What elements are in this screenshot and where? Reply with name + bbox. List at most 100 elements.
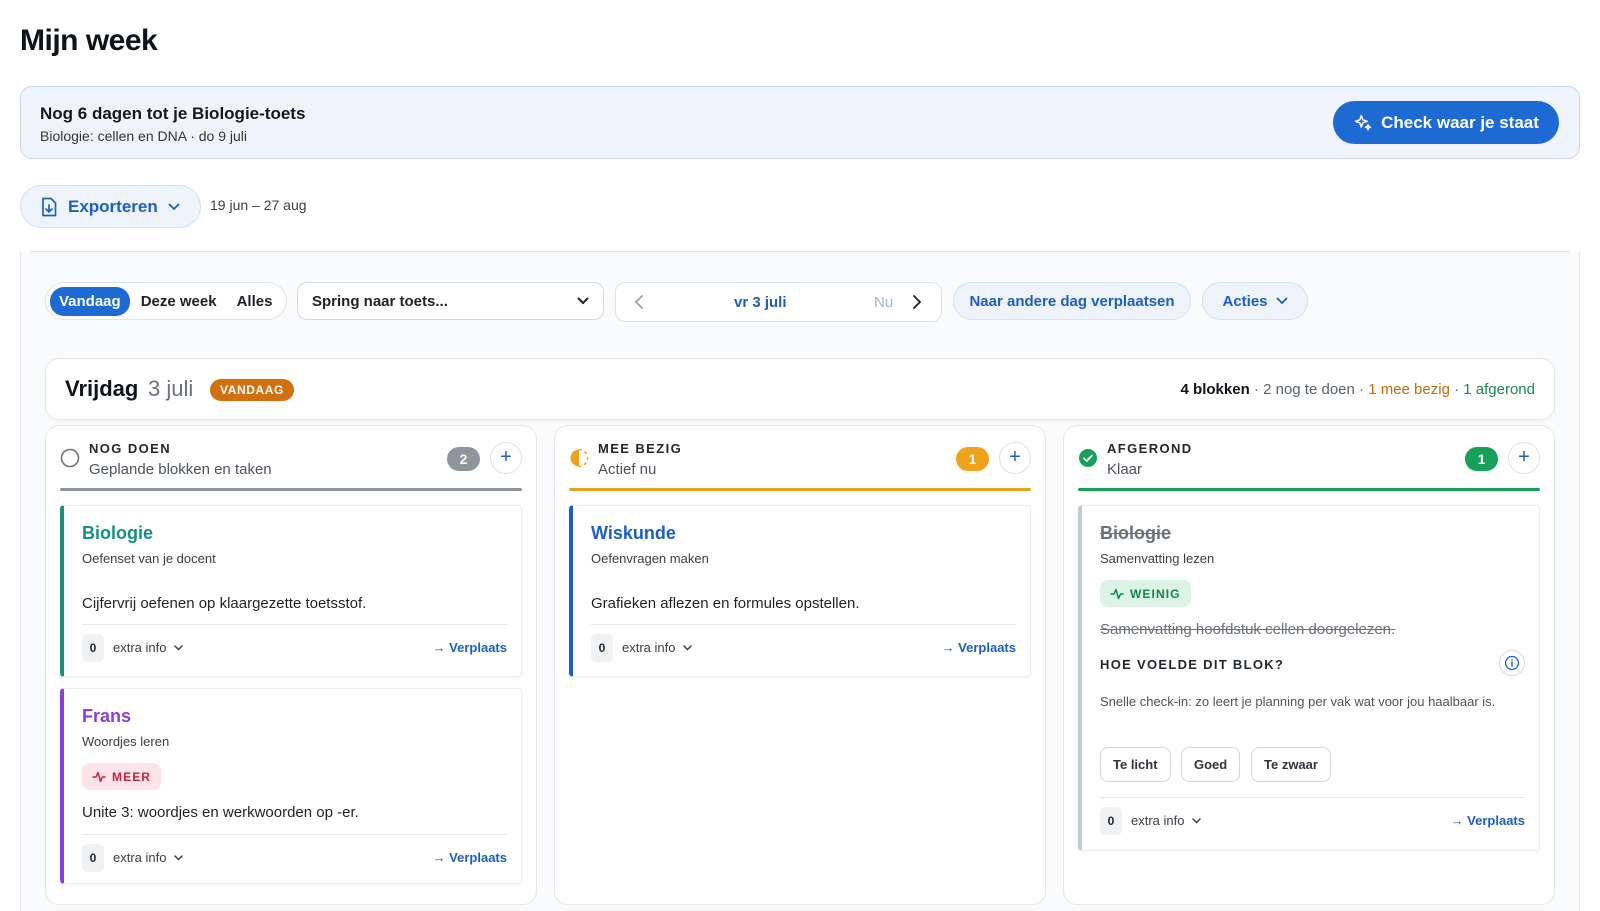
card-footer: 0 extra info → Verplaats <box>1100 807 1525 835</box>
add-block-button[interactable]: + <box>999 442 1031 474</box>
card-separator <box>82 834 507 835</box>
block-card[interactable]: Frans Woordjes leren MEER Unite 3: woord… <box>60 688 522 884</box>
jump-to-test-select[interactable]: Spring naar toets... <box>297 282 604 320</box>
move-to-other-day-button[interactable]: Naar andere dag verplaatsen <box>953 282 1191 320</box>
feel-too-heavy-button[interactable]: Te zwaar <box>1251 747 1331 782</box>
block-card[interactable]: Wiskunde Oefenvragen maken Grafieken afl… <box>569 505 1031 677</box>
actions-button[interactable]: Acties <box>1202 282 1308 320</box>
move-link[interactable]: → Verplaats <box>433 640 507 655</box>
extra-info-count: 0 <box>1100 807 1122 835</box>
previous-day-button[interactable] <box>634 293 644 311</box>
card-subtitle: Samenvatting lezen <box>1100 551 1215 566</box>
card-description: Grafieken aflezen en formules opstellen. <box>591 595 860 612</box>
column-count-badge: 1 <box>956 447 989 471</box>
extra-info-toggle[interactable]: extra info <box>113 640 184 655</box>
check-status-button[interactable]: Check waar je staat <box>1333 101 1559 144</box>
card-footer: 0 extra info → Verplaats <box>591 634 1016 662</box>
column-todo: NOG DOEN Geplande blokken en taken 2 + B… <box>45 425 537 905</box>
feel-good-button[interactable]: Goed <box>1181 747 1241 782</box>
chevron-down-icon <box>174 644 184 651</box>
block-card-completed[interactable]: Biologie Samenvatting lezen WEINIG Samen… <box>1078 505 1540 851</box>
chevron-down-icon <box>577 297 589 305</box>
card-subject: Frans <box>82 706 132 726</box>
now-button[interactable]: Nu <box>874 294 893 311</box>
today-badge: VANDAAG <box>210 379 294 401</box>
effort-tag: WEINIG <box>1100 580 1191 607</box>
segment-all[interactable]: Alles <box>228 287 282 316</box>
card-separator <box>1100 797 1525 798</box>
check-circle-icon <box>1079 449 1097 467</box>
summary-blocks: 4 blokken <box>1180 381 1250 398</box>
extra-info-count: 0 <box>82 634 104 662</box>
empty-circle-icon <box>60 448 80 468</box>
current-day-label: vr 3 juli <box>734 294 787 311</box>
move-link[interactable]: → Verplaats <box>942 640 1016 655</box>
test-countdown-banner: Nog 6 dagen tot je Biologie-toets Biolog… <box>20 86 1580 159</box>
date-range: 19 jun – 27 aug <box>210 197 307 213</box>
effort-tag: MEER <box>82 763 162 790</box>
day-header: Vrijdag 3 juli VANDAAG 4 blokken · 2 nog… <box>45 358 1555 420</box>
card-subtitle: Oefenvragen maken <box>591 551 709 566</box>
info-icon[interactable] <box>1499 650 1525 676</box>
column-subtitle: Actief nu <box>598 461 657 478</box>
feel-too-light-button[interactable]: Te licht <box>1100 747 1171 782</box>
card-separator <box>82 624 507 625</box>
card-footer: 0 extra info → Verplaats <box>82 634 507 662</box>
move-link[interactable]: → Verplaats <box>1451 813 1525 828</box>
next-day-button[interactable] <box>912 293 922 311</box>
summary-busy: 1 mee bezig <box>1368 381 1450 398</box>
card-subtitle: Woordjes leren <box>82 734 170 749</box>
block-card[interactable]: Biologie Oefenset van je docent Cijfervr… <box>60 505 522 677</box>
half-circle-icon <box>570 448 589 468</box>
activity-icon <box>92 771 106 782</box>
card-separator <box>591 624 1016 625</box>
chevron-down-icon <box>174 854 184 861</box>
column-count-badge: 1 <box>1465 447 1498 471</box>
segment-this-week[interactable]: Deze week <box>132 287 226 316</box>
card-description: Unite 3: woordjes en werkwoorden op -er. <box>82 804 359 821</box>
card-subtitle: Oefenset van je docent <box>82 551 216 566</box>
day-date: 3 juli <box>148 376 194 401</box>
chevron-down-icon <box>683 644 693 651</box>
banner-subtitle: Biologie: cellen en DNA · do 9 juli <box>40 128 248 144</box>
chevron-down-icon <box>1276 297 1287 305</box>
check-status-label: Check waar je staat <box>1381 112 1539 132</box>
column-divider <box>569 488 1031 491</box>
extra-info-count: 0 <box>82 844 104 872</box>
column-count-badge: 2 <box>447 447 480 471</box>
summary-done: 1 afgerond <box>1463 381 1535 398</box>
chevron-down-icon <box>1192 817 1202 824</box>
export-file-icon <box>42 197 57 216</box>
feel-question: HOE VOELDE DIT BLOK? <box>1100 657 1285 672</box>
chevron-down-icon <box>168 203 180 210</box>
day-navigator: vr 3 juli Nu <box>615 282 942 322</box>
page-title: Mijn week <box>20 24 158 57</box>
card-footer: 0 extra info → Verplaats <box>82 844 507 872</box>
jump-select-value: Spring naar toets... <box>312 292 448 310</box>
move-link[interactable]: → Verplaats <box>433 850 507 865</box>
card-subject: Biologie <box>82 523 153 543</box>
extra-info-toggle[interactable]: extra info <box>113 850 184 865</box>
column-title: AFGEROND <box>1107 441 1193 456</box>
card-description: Cijfervrij oefenen op klaargezette toets… <box>82 595 367 612</box>
column-subtitle: Geplande blokken en taken <box>89 461 272 478</box>
export-button[interactable]: Exporteren <box>20 185 201 228</box>
column-divider <box>1078 488 1540 491</box>
column-subtitle: Klaar <box>1107 461 1143 478</box>
segment-today[interactable]: Vandaag <box>50 286 130 316</box>
card-description: Samenvatting hoofdstuk cellen doorgeleze… <box>1100 621 1396 638</box>
card-subject: Biologie <box>1100 523 1171 543</box>
activity-icon <box>1110 588 1124 599</box>
extra-info-toggle[interactable]: extra info <box>1131 813 1202 828</box>
extra-info-count: 0 <box>591 634 613 662</box>
day-summary: 4 blokken · 2 nog te doen · 1 mee bezig … <box>1180 381 1535 398</box>
export-label: Exporteren <box>68 196 158 216</box>
actions-label: Acties <box>1222 292 1268 310</box>
column-in-progress: MEE BEZIG Actief nu 1 + Wiskunde Oefenvr… <box>554 425 1046 905</box>
extra-info-toggle[interactable]: extra info <box>622 640 693 655</box>
add-block-button[interactable]: + <box>1508 442 1540 474</box>
column-title: MEE BEZIG <box>598 441 683 456</box>
card-subject: Wiskunde <box>591 523 676 543</box>
add-block-button[interactable]: + <box>490 442 522 474</box>
banner-title: Nog 6 dagen tot je Biologie-toets <box>40 104 306 123</box>
